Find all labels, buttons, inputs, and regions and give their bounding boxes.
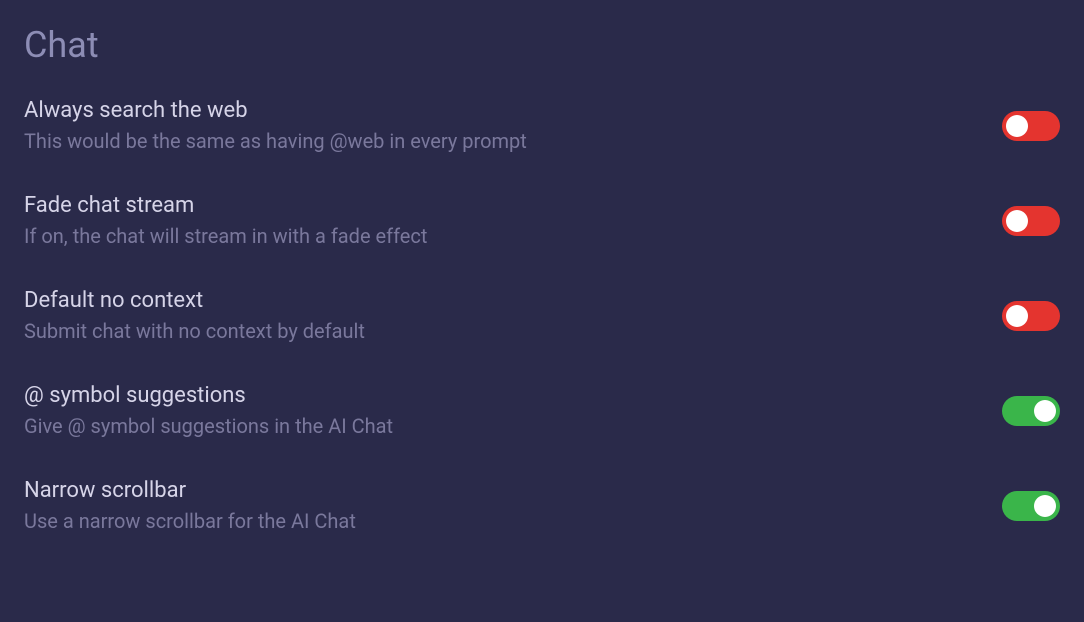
- toggle-always-search-web[interactable]: [1002, 111, 1060, 141]
- toggle-knob: [1006, 305, 1028, 327]
- setting-text: Fade chat stream If on, the chat will st…: [24, 193, 427, 248]
- setting-row-always-search-web: Always search the web This would be the …: [24, 98, 1060, 153]
- setting-label: @ symbol suggestions: [24, 383, 393, 408]
- setting-label: Fade chat stream: [24, 193, 427, 218]
- setting-row-narrow-scrollbar: Narrow scrollbar Use a narrow scrollbar …: [24, 478, 1060, 533]
- toggle-knob: [1034, 400, 1056, 422]
- setting-text: Always search the web This would be the …: [24, 98, 527, 153]
- toggle-narrow-scrollbar[interactable]: [1002, 491, 1060, 521]
- toggle-knob: [1006, 115, 1028, 137]
- setting-row-fade-chat-stream: Fade chat stream If on, the chat will st…: [24, 193, 1060, 248]
- setting-row-at-symbol-suggestions: @ symbol suggestions Give @ symbol sugge…: [24, 383, 1060, 438]
- settings-list: Always search the web This would be the …: [24, 98, 1060, 533]
- setting-label: Narrow scrollbar: [24, 478, 356, 503]
- toggle-default-no-context[interactable]: [1002, 301, 1060, 331]
- setting-text: @ symbol suggestions Give @ symbol sugge…: [24, 383, 393, 438]
- setting-description: This would be the same as having @web in…: [24, 129, 527, 153]
- toggle-knob: [1006, 210, 1028, 232]
- toggle-at-symbol-suggestions[interactable]: [1002, 396, 1060, 426]
- setting-text: Default no context Submit chat with no c…: [24, 288, 365, 343]
- setting-description: Give @ symbol suggestions in the AI Chat: [24, 414, 393, 438]
- toggle-knob: [1034, 495, 1056, 517]
- setting-description: If on, the chat will stream in with a fa…: [24, 224, 427, 248]
- setting-row-default-no-context: Default no context Submit chat with no c…: [24, 288, 1060, 343]
- setting-description: Submit chat with no context by default: [24, 319, 365, 343]
- setting-label: Always search the web: [24, 98, 527, 123]
- toggle-fade-chat-stream[interactable]: [1002, 206, 1060, 236]
- setting-text: Narrow scrollbar Use a narrow scrollbar …: [24, 478, 356, 533]
- setting-description: Use a narrow scrollbar for the AI Chat: [24, 509, 356, 533]
- setting-label: Default no context: [24, 288, 365, 313]
- section-title: Chat: [24, 24, 1060, 66]
